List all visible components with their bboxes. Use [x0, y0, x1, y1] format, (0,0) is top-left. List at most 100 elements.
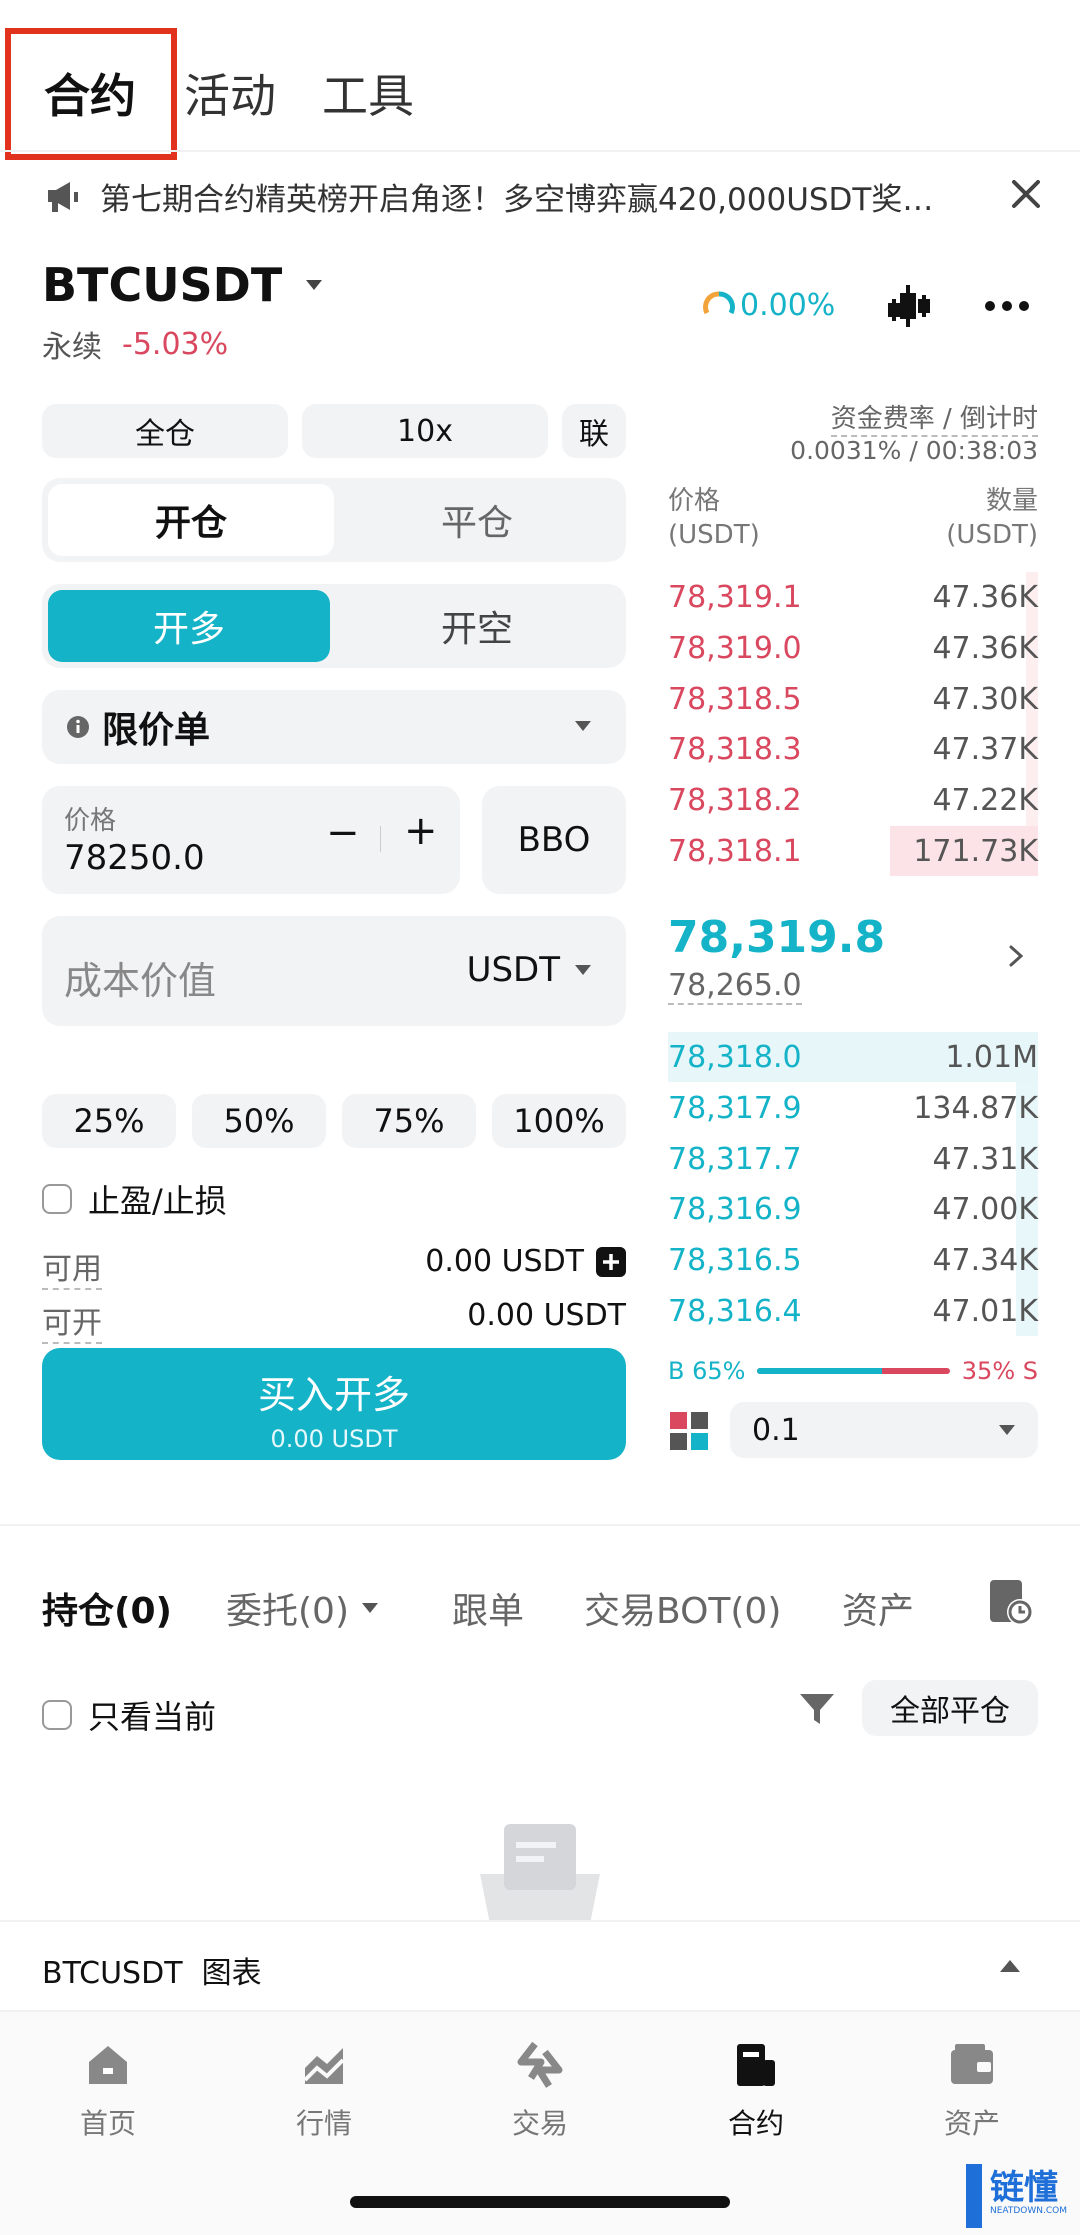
margin-mode-button[interactable]: 全仓: [42, 404, 288, 458]
tab-short[interactable]: 开空: [334, 590, 620, 662]
transfer-plus-icon[interactable]: [596, 1246, 626, 1277]
ask-row[interactable]: 78,318.3 47.37K: [668, 724, 1038, 774]
ratio-bar: [757, 1368, 950, 1374]
tab-positions[interactable]: 持仓(0): [42, 1582, 172, 1634]
ask-qty: 47.22K: [932, 783, 1038, 818]
depth-view-icon[interactable]: [670, 1412, 708, 1450]
bid-row[interactable]: 78,317.7 47.31K: [668, 1134, 1038, 1184]
bbo-button[interactable]: BBO: [482, 786, 626, 894]
ask-row[interactable]: 78,319.1 47.36K: [668, 572, 1038, 622]
cost-field[interactable]: 成本价值 USDT: [42, 916, 626, 1026]
bid-row[interactable]: 78,318.0 1.01M: [668, 1032, 1038, 1082]
info-icon: [66, 715, 90, 739]
qty-header: 数量: [985, 486, 1038, 516]
bid-row[interactable]: 78,316.4 47.01K: [668, 1286, 1038, 1336]
available-label: 可用: [42, 1244, 102, 1290]
ask-row[interactable]: 78,319.0 47.36K: [668, 623, 1038, 673]
tab-contract[interactable]: 合约: [44, 60, 136, 126]
cost-unit-select[interactable]: USDT: [467, 950, 592, 990]
bid-row[interactable]: 78,317.9 134.87K: [668, 1083, 1038, 1133]
checkbox[interactable]: [42, 1700, 72, 1730]
symbol-selector[interactable]: BTCUSDT: [42, 258, 324, 312]
nav-assets[interactable]: 资产: [912, 2042, 1032, 2142]
close-icon[interactable]: [1008, 176, 1044, 212]
section-divider: [0, 1524, 1080, 1526]
bid-qty: 134.87K: [913, 1091, 1038, 1126]
tab-assets[interactable]: 资产: [842, 1582, 914, 1634]
order-type-label: 限价单: [102, 710, 211, 751]
funding-rate-label[interactable]: 资金费率 / 倒计时: [830, 398, 1038, 437]
bid-qty: 47.01K: [932, 1294, 1038, 1329]
chevron-down-icon: [574, 720, 592, 732]
banner-text: 第七期合约精英榜开启角逐！多空博弈赢420,000USDT奖…: [100, 181, 934, 218]
orderbook-price-header: 价格 (USDT): [668, 484, 760, 552]
close-all-button[interactable]: 全部平仓: [862, 1680, 1038, 1736]
ask-qty: 47.30K: [932, 682, 1038, 717]
candlestick-icon[interactable]: [886, 283, 932, 329]
announcement-banner[interactable]: 第七期合约精英榜开启角逐！多空博弈赢420,000USDT奖…: [44, 170, 1044, 222]
bid-qty: 1.01M: [945, 1040, 1038, 1075]
bid-price: 78,317.9: [668, 1091, 802, 1126]
mark-price: 78,265.0: [668, 968, 802, 1005]
cost-unit-label: USDT: [466, 950, 560, 990]
swap-icon: [517, 2042, 563, 2088]
nav-markets[interactable]: 行情: [264, 2042, 384, 2142]
contract-type: 永续: [42, 330, 102, 365]
nav-home[interactable]: 首页: [48, 2042, 168, 2142]
tab-tools[interactable]: 工具: [322, 60, 414, 126]
tab-trading-bot[interactable]: 交易BOT(0): [584, 1582, 781, 1634]
only-current-toggle[interactable]: 只看当前: [42, 1692, 216, 1738]
tp-sl-toggle[interactable]: 止盈/止损: [42, 1176, 227, 1222]
link-mode-button[interactable]: 联: [562, 404, 626, 458]
last-price: 78,319.8: [668, 912, 886, 963]
percent-50-button[interactable]: 50%: [192, 1094, 326, 1148]
available-row: 0.00 USDT: [425, 1244, 626, 1279]
buy-button-sub: 0.00 USDT: [270, 1425, 398, 1453]
ask-price: 78,318.5: [668, 682, 802, 717]
funding-gauge[interactable]: 0.00%: [702, 288, 835, 323]
side-tabs: 开多 开空: [42, 584, 626, 668]
percent-25-button[interactable]: 25%: [42, 1094, 176, 1148]
percent-100-button[interactable]: 100%: [492, 1094, 626, 1148]
checkbox[interactable]: [42, 1184, 72, 1214]
increase-price-button[interactable]: +: [404, 808, 438, 854]
tab-close[interactable]: 平仓: [334, 484, 620, 556]
home-icon: [85, 2042, 131, 2088]
buy-open-long-button[interactable]: 买入开多 0.00 USDT: [42, 1348, 626, 1460]
filter-icon[interactable]: [798, 1690, 836, 1728]
tab-orders-label: 委托(0): [226, 1591, 349, 1632]
nav-contract-label: 合约: [727, 2107, 784, 2140]
order-type-select[interactable]: 限价单: [42, 690, 626, 764]
price-field[interactable]: 价格 78250.0 − +: [42, 786, 460, 894]
precision-select[interactable]: 0.1: [730, 1402, 1038, 1458]
tab-activity[interactable]: 活动: [184, 60, 276, 126]
tab-orders[interactable]: 委托(0): [226, 1582, 379, 1634]
bid-row[interactable]: 78,316.9 47.00K: [668, 1184, 1038, 1234]
price-change: -5.03%: [122, 326, 229, 362]
decrease-price-button[interactable]: −: [326, 810, 360, 856]
chart-drawer-bar[interactable]: BTCUSDT 图表: [0, 1920, 1080, 2010]
percent-75-button[interactable]: 75%: [342, 1094, 476, 1148]
nav-contract[interactable]: 合约: [696, 2042, 816, 2142]
ask-row[interactable]: 78,318.2 47.22K: [668, 775, 1038, 825]
cost-field-placeholder: 成本价值: [64, 959, 217, 1003]
ask-qty: 171.73K: [913, 834, 1038, 869]
leverage-button[interactable]: 10x: [302, 404, 548, 458]
chevron-down-icon: [361, 1602, 379, 1614]
tab-open[interactable]: 开仓: [48, 484, 334, 556]
nav-trade[interactable]: 交易: [480, 2042, 600, 2142]
chart-drawer-label: BTCUSDT 图表: [42, 1956, 262, 1991]
buy-button-label: 买入开多: [257, 1373, 410, 1417]
tab-long[interactable]: 开多: [48, 590, 330, 662]
ask-row[interactable]: 78,318.1 171.73K: [668, 826, 1038, 876]
ask-row[interactable]: 78,318.5 47.30K: [668, 674, 1038, 724]
buy-ratio-label: B 65%: [668, 1357, 746, 1385]
openable-value: 0.00 USDT: [467, 1298, 626, 1333]
tab-copy-trading[interactable]: 跟单: [452, 1582, 524, 1634]
bid-row[interactable]: 78,316.5 47.34K: [668, 1235, 1038, 1285]
gauge-value: 0.00%: [740, 288, 836, 323]
history-icon[interactable]: [988, 1578, 1034, 1628]
chevron-right-icon[interactable]: [1008, 944, 1024, 968]
more-icon[interactable]: [984, 300, 1030, 312]
stepper-divider: [380, 826, 381, 852]
